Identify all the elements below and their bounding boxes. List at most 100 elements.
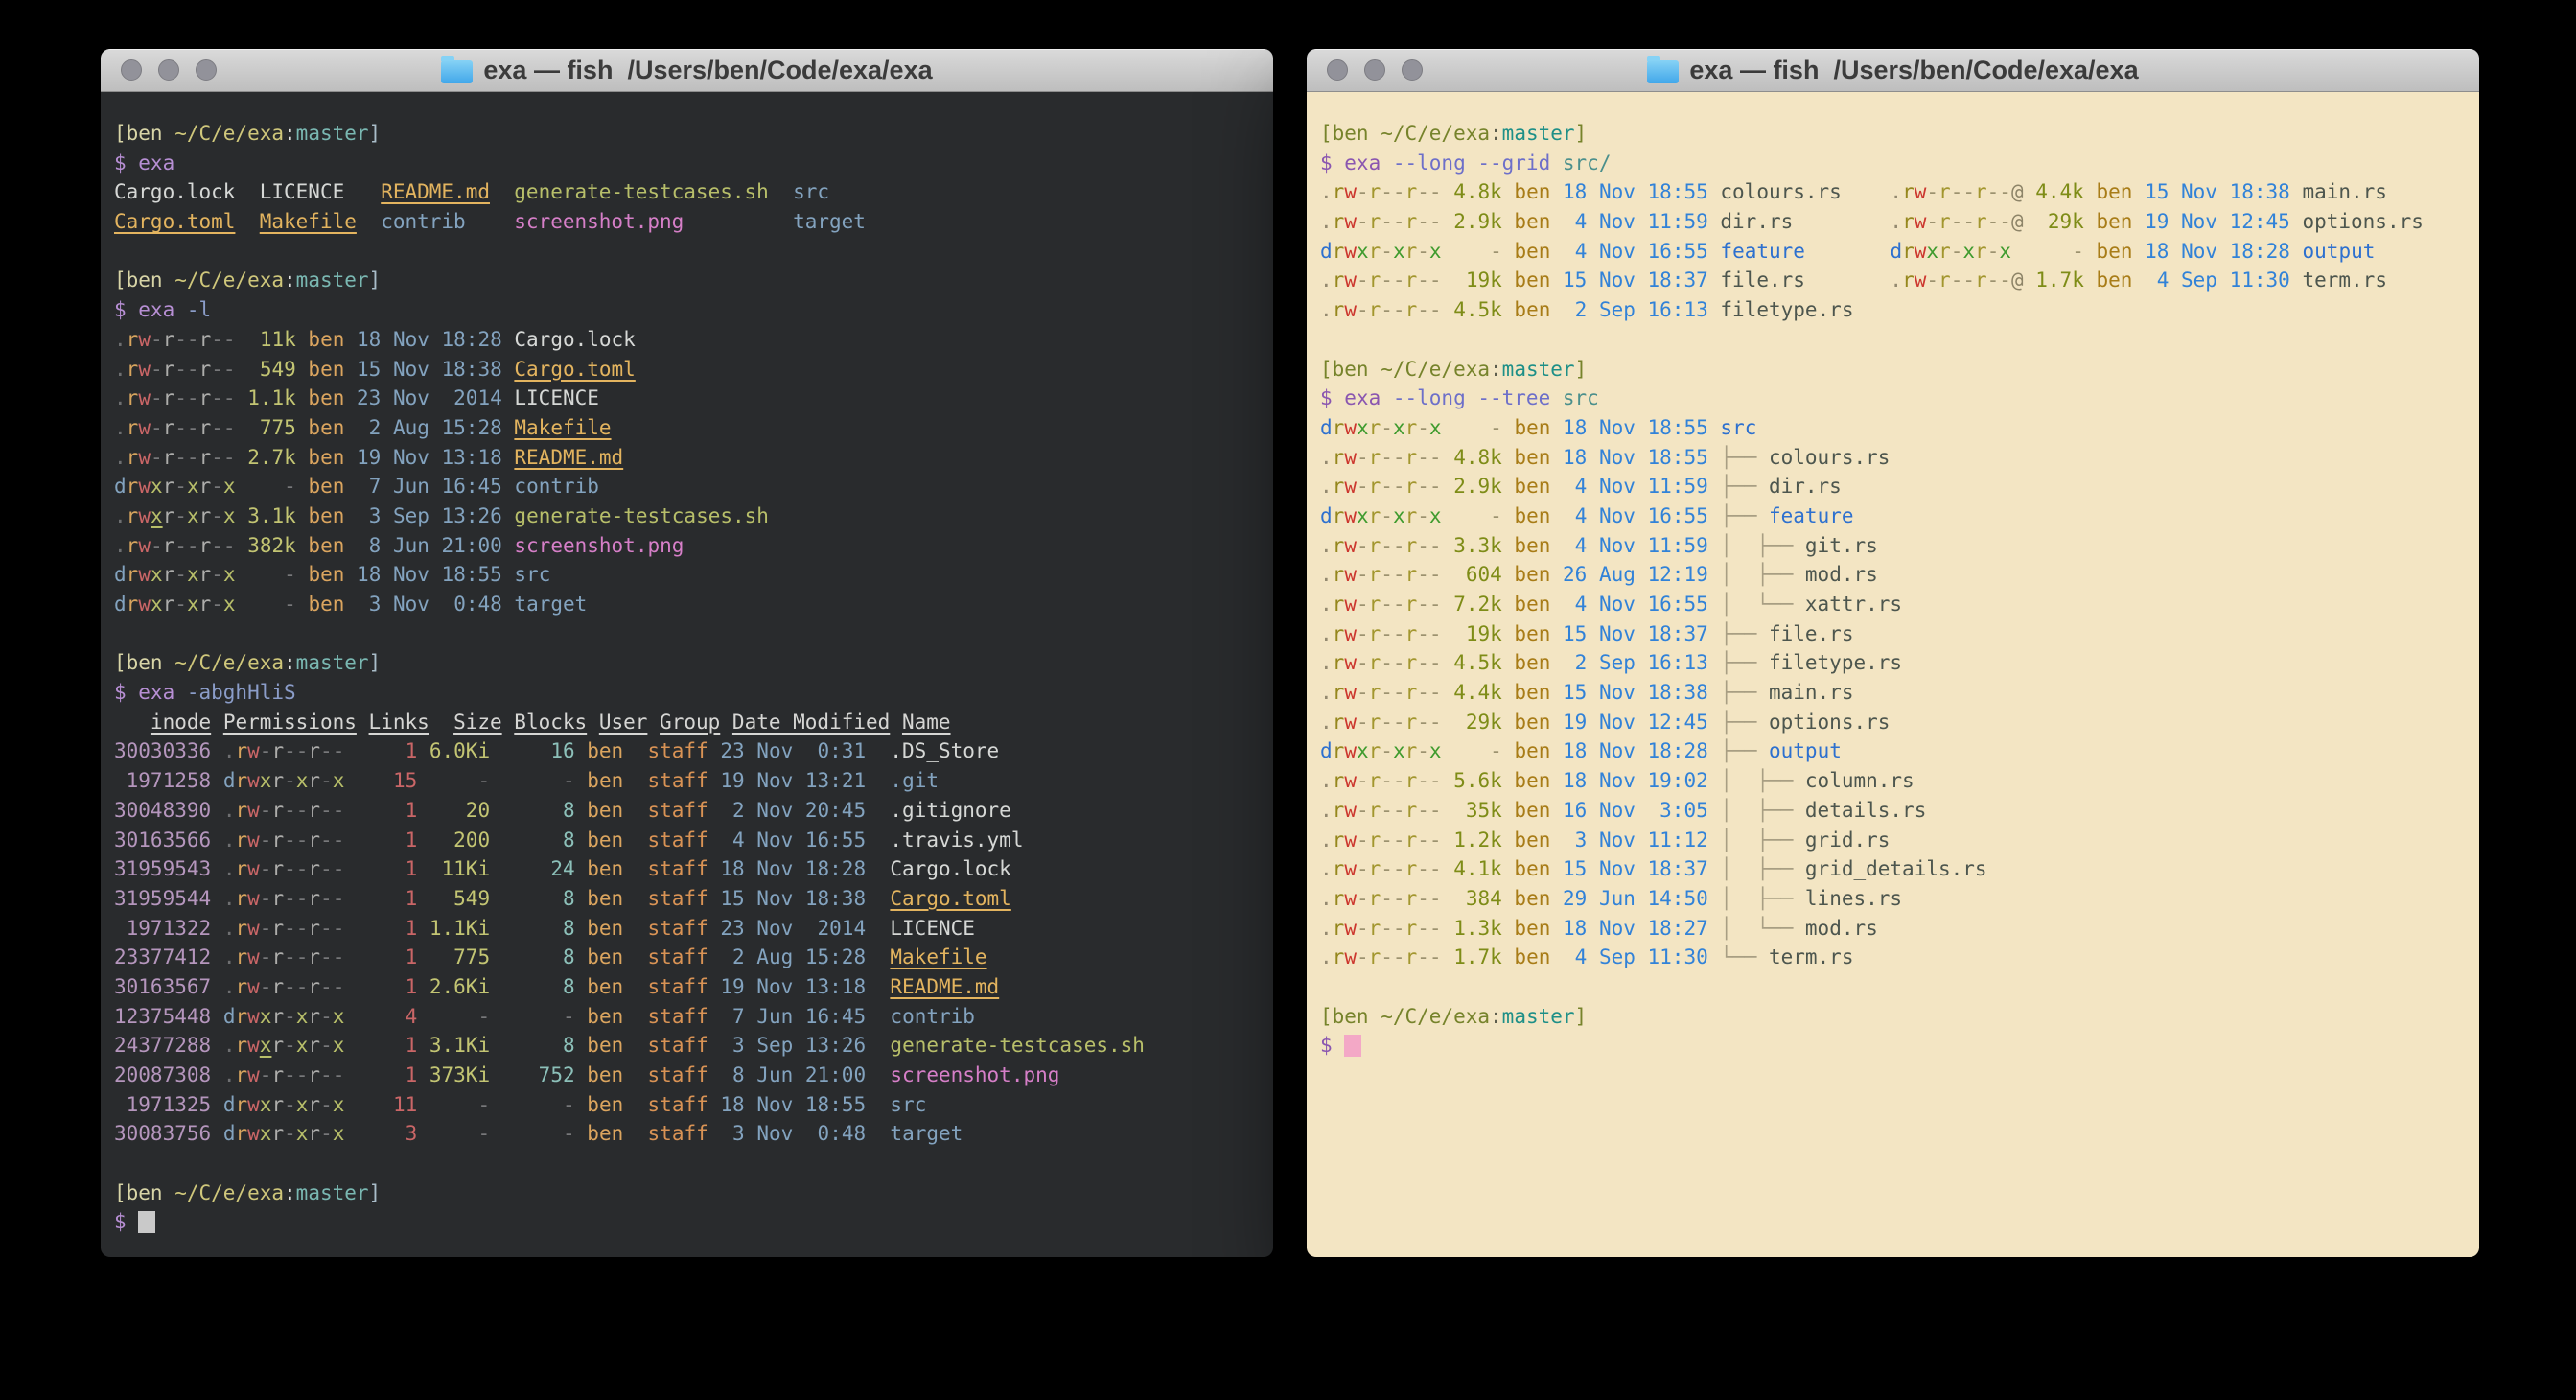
text-segment: 7.2k [1453, 593, 1502, 616]
text-segment: - [1417, 240, 1429, 263]
text-segment: r [271, 887, 284, 910]
text-segment: staff [648, 828, 708, 852]
text-segment: ben [1514, 828, 1550, 852]
text-segment: r [1405, 475, 1418, 498]
text-segment: d [114, 563, 127, 586]
text-segment: 8 [502, 887, 575, 910]
text-segment: 3 [357, 1122, 417, 1145]
text-segment: - [320, 1093, 333, 1116]
text-segment: $ [114, 1210, 138, 1233]
text-segment: Blocks [514, 711, 587, 734]
text-segment: - [151, 534, 163, 557]
text-segment: r [1333, 563, 1345, 586]
text-segment [490, 887, 502, 910]
zoom-button[interactable] [196, 59, 217, 81]
text-segment [1502, 739, 1515, 762]
text-segment: -- [1381, 180, 1404, 203]
text-segment [2024, 180, 2036, 203]
text-segment [1550, 711, 1563, 734]
text-segment: r [1369, 945, 1381, 968]
text-segment [1442, 416, 1454, 439]
terminal-line: 30083756 drwxr-xr-x 3 - - ben staff 3 No… [114, 1119, 1264, 1149]
minimize-button[interactable] [1364, 59, 1385, 81]
text-segment: . [1320, 769, 1333, 792]
text-segment [1502, 651, 1515, 674]
text-segment [623, 887, 647, 910]
text-segment: src/ [1563, 152, 1612, 175]
text-segment: r [1369, 563, 1381, 586]
text-segment: 1 [357, 857, 417, 880]
text-segment: ~/C/e/exa [1381, 1005, 1490, 1028]
text-segment: w [138, 328, 151, 351]
text-segment [1708, 799, 1721, 822]
text-segment [1708, 622, 1721, 645]
text-segment: - [1453, 240, 1502, 263]
text-segment [1708, 268, 1721, 292]
text-segment: ben [1514, 593, 1550, 616]
text-segment [866, 1063, 890, 1086]
text-segment: 2 Aug 15:28 [357, 416, 502, 439]
text-segment: ben [587, 799, 623, 822]
text-segment [1502, 857, 1515, 880]
text-segment [1502, 180, 1515, 203]
text-segment: staff [648, 1093, 708, 1116]
terminal-line: .rw-r--r-- 29k ben 19 Nov 12:45 ├── opti… [1320, 708, 2470, 737]
close-button[interactable] [121, 59, 142, 81]
titlebar[interactable]: exa — fish /Users/ben/Code/exa/exa [1307, 49, 2479, 92]
text-segment: ben [1514, 180, 1550, 203]
text-segment: r [1333, 268, 1345, 292]
text-segment [417, 828, 429, 852]
text-segment: . [1320, 887, 1333, 910]
text-segment: -- [320, 975, 344, 998]
text-segment: 12375448 [114, 1005, 211, 1028]
text-segment: -- [1987, 268, 2011, 292]
terminal-content-light[interactable]: [ben ~/C/e/exa:master]$ exa --long --gri… [1307, 92, 2479, 1257]
text-segment [211, 975, 223, 998]
text-segment: . [1320, 180, 1333, 203]
minimize-button[interactable] [158, 59, 179, 81]
text-segment: r [1369, 180, 1381, 203]
text-segment [1502, 504, 1515, 527]
text-segment: Cargo.lock [114, 180, 235, 203]
titlebar[interactable]: exa — fish /Users/ben/Code/exa/exa [101, 49, 1273, 92]
desktop: { "windows": { "left": { "title": "exa —… [0, 0, 2576, 1400]
text-segment: r [235, 945, 247, 968]
text-segment: screenshot.png [890, 1063, 1059, 1086]
text-segment: - [502, 1005, 575, 1028]
text-segment: w [247, 1034, 260, 1057]
text-segment: -- [1417, 298, 1441, 321]
text-segment: r [1405, 534, 1418, 557]
text-segment: - [247, 563, 296, 586]
close-button[interactable] [1327, 59, 1348, 81]
text-segment: - [260, 1063, 272, 1086]
text-segment: ben [587, 975, 623, 998]
terminal-line: 1971325 drwxr-xr-x 11 - - ben staff 18 N… [114, 1090, 1264, 1120]
text-segment: contrib [514, 475, 599, 498]
text-segment [211, 769, 223, 792]
text-segment: 20 [429, 799, 490, 822]
text-segment [1708, 681, 1721, 704]
text-segment: -- [1381, 446, 1404, 469]
text-segment: r [271, 828, 284, 852]
text-segment: 1 [357, 975, 417, 998]
text-segment: r [199, 446, 212, 469]
terminal-content-dark[interactable]: [ben ~/C/e/exa:master]$ exaCargo.lock LI… [101, 92, 1273, 1257]
text-segment: ben [1514, 504, 1550, 527]
text-segment: x [1357, 504, 1369, 527]
text-segment: [ben [114, 268, 174, 292]
text-segment [1708, 828, 1721, 852]
text-segment: 3.1k [247, 504, 296, 527]
text-segment: -- [1417, 711, 1441, 734]
text-segment [1502, 475, 1515, 498]
text-segment: 1971258 [114, 769, 211, 792]
text-segment: colours.rs [1720, 180, 1841, 203]
text-segment [417, 1005, 429, 1028]
text-segment [866, 769, 890, 792]
text-segment: -l [187, 298, 211, 321]
terminal-line: 24377288 .rwxr-xr-x 1 3.1Ki 8 ben staff … [114, 1031, 1264, 1061]
terminal-line: .rw-r--r-- 1.1k ben 23 Nov 2014 LICENCE [114, 384, 1264, 413]
zoom-button[interactable] [1402, 59, 1423, 81]
text-segment: master [1502, 358, 1575, 381]
terminal-line: .rw-r--r-- 35k ben 16 Nov 3:05 │ ├── det… [1320, 796, 2470, 826]
text-segment: 8 [502, 1034, 575, 1057]
